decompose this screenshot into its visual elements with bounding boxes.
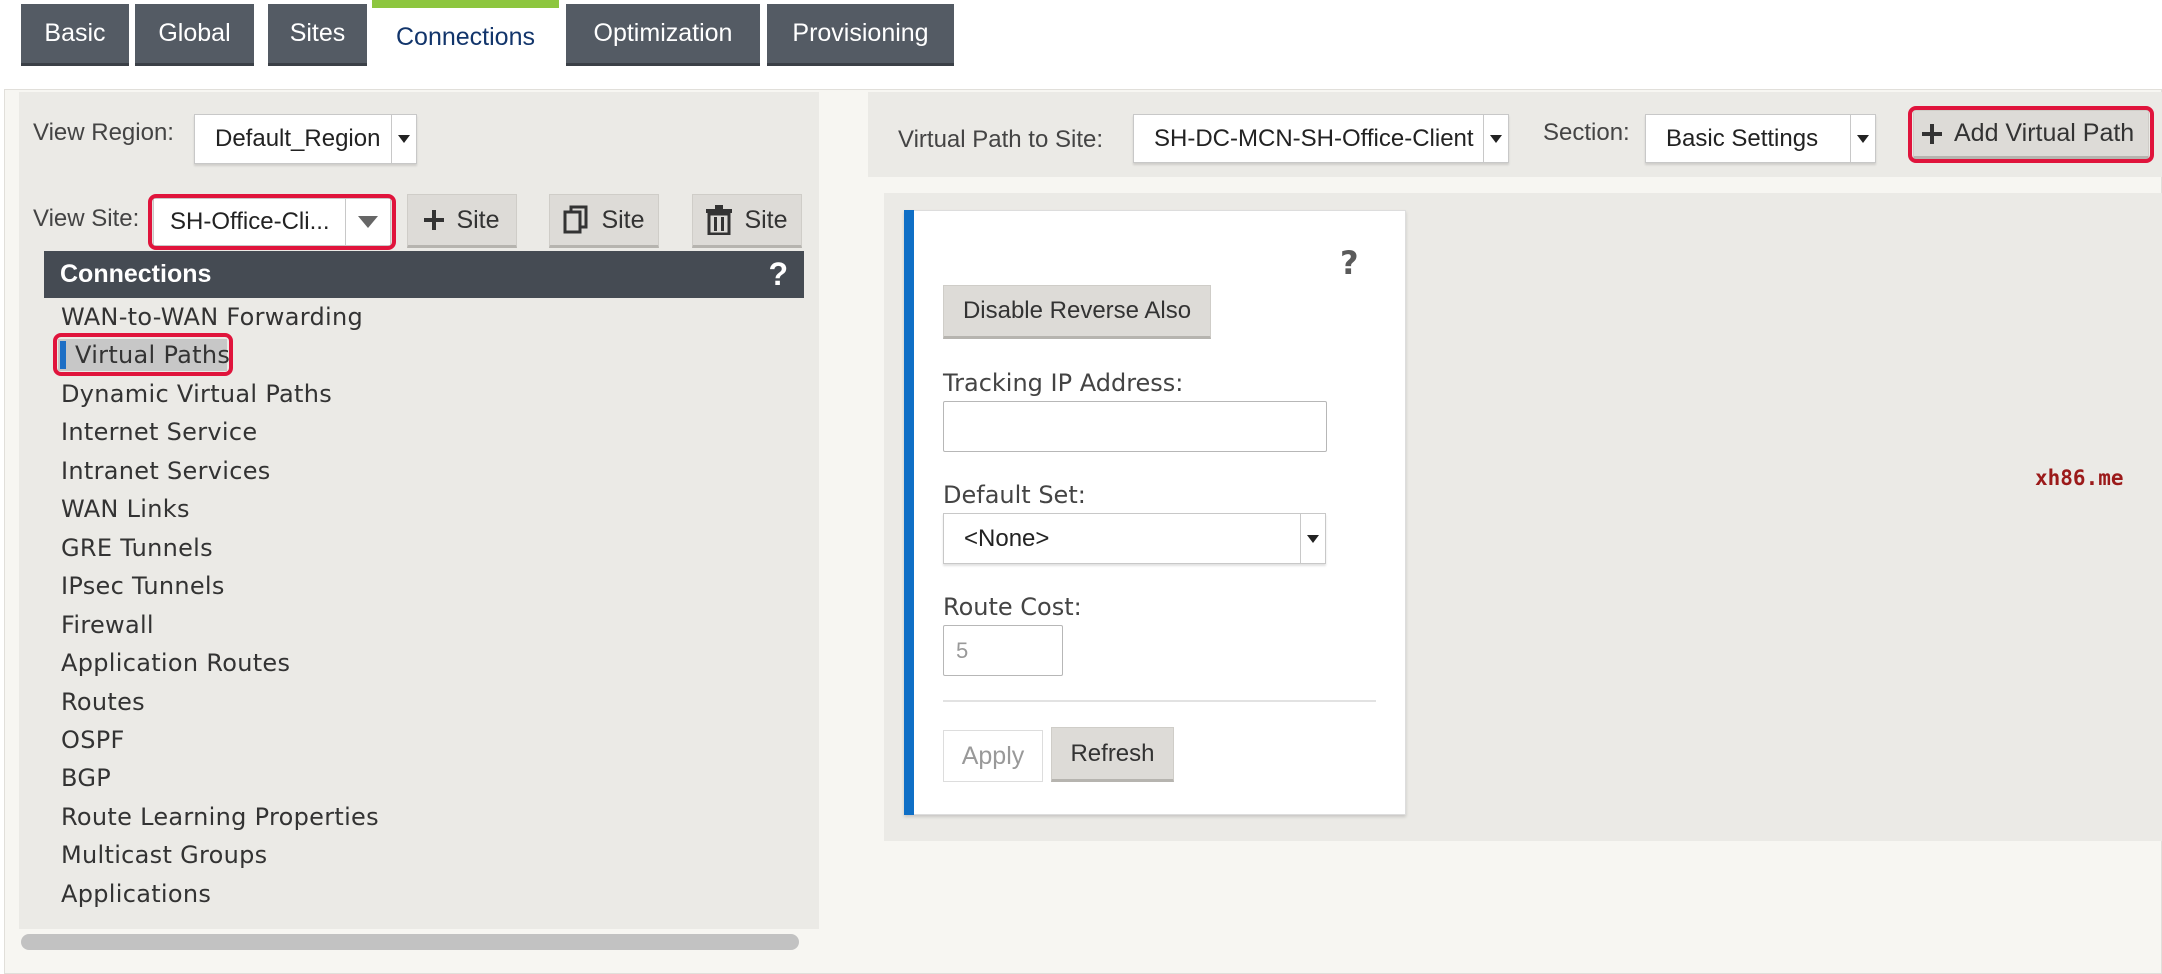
view-site-label: View Site: <box>33 205 140 232</box>
trash-icon <box>706 205 733 235</box>
nav-item-internet-service[interactable]: Internet Service <box>61 418 257 446</box>
view-region-value: Default_Region <box>215 125 381 152</box>
add-site-label: Site <box>456 205 500 234</box>
virtual-path-label: Virtual Path to Site: <box>898 126 1104 153</box>
highlight-add-virtual-path <box>1908 106 2154 163</box>
dropdown-arrow-icon[interactable] <box>1483 115 1508 162</box>
nav-item-gre-tunnels[interactable]: GRE Tunnels <box>61 534 213 562</box>
copy-icon <box>563 205 588 234</box>
nav-item-intranet-services[interactable]: Intranet Services <box>61 457 271 485</box>
delete-site-label: Site <box>744 205 788 234</box>
disable-reverse-also-button[interactable]: Disable Reverse Also <box>943 285 1211 339</box>
view-region-label: View Region: <box>33 119 174 146</box>
nav-item-wan-to-wan-forwarding[interactable]: WAN-to-WAN Forwarding <box>61 303 363 331</box>
copy-site-label: Site <box>601 205 645 234</box>
help-icon[interactable]: ? <box>1340 244 1359 282</box>
dropdown-arrow-icon[interactable] <box>1300 514 1325 563</box>
nav-item-routes[interactable]: Routes <box>61 688 145 716</box>
highlight-virtual-paths <box>53 333 233 376</box>
tab-provisioning[interactable]: Provisioning <box>767 4 954 66</box>
tracking-ip-input[interactable] <box>943 401 1327 452</box>
delete-site-button[interactable]: Site <box>692 194 802 248</box>
nav-item-wan-links[interactable]: WAN Links <box>61 495 190 523</box>
tab-sites[interactable]: Sites <box>268 4 367 66</box>
horizontal-scrollbar[interactable] <box>21 934 799 950</box>
section-select[interactable]: Basic Settings <box>1645 114 1876 163</box>
plus-icon <box>424 210 445 230</box>
nav-item-dynamic-virtual-paths[interactable]: Dynamic Virtual Paths <box>61 380 332 408</box>
disable-reverse-label: Disable Reverse Also <box>962 297 1192 324</box>
virtual-path-select[interactable]: SH-DC-MCN-SH-Office-Client <box>1133 114 1509 163</box>
tab-connections[interactable]: Connections <box>372 0 559 66</box>
dropdown-arrow-icon[interactable] <box>1850 115 1875 162</box>
refresh-label: Refresh <box>1070 739 1155 767</box>
default-set-value: <None> <box>964 524 1050 552</box>
highlight-view-site <box>148 194 396 250</box>
nav-item-route-learning-properties[interactable]: Route Learning Properties <box>61 803 379 831</box>
default-set-label: Default Set: <box>943 481 1086 509</box>
tab-optimization[interactable]: Optimization <box>566 4 760 66</box>
add-site-button[interactable]: Site <box>407 194 517 248</box>
section-label: Section: <box>1543 119 1630 146</box>
nav-item-firewall[interactable]: Firewall <box>61 611 154 639</box>
card-accent-bar <box>904 210 914 815</box>
nav-item-ospf[interactable]: OSPF <box>61 726 125 754</box>
tab-basic[interactable]: Basic <box>21 4 129 66</box>
form-divider <box>943 700 1376 702</box>
nav-item-bgp[interactable]: BGP <box>61 764 111 792</box>
nav-item-application-routes[interactable]: Application Routes <box>61 649 290 677</box>
watermark: xh86.me <box>2035 466 2124 490</box>
virtual-path-value: SH-DC-MCN-SH-Office-Client <box>1154 124 1474 152</box>
connections-header: Connections ? <box>44 251 804 298</box>
apply-button[interactable]: Apply <box>943 730 1043 782</box>
section-value: Basic Settings <box>1666 124 1819 152</box>
nav-item-ipsec-tunnels[interactable]: IPsec Tunnels <box>61 572 225 600</box>
tab-global[interactable]: Global <box>135 4 254 66</box>
route-cost-label: Route Cost: <box>943 593 1082 621</box>
nav-item-multicast-groups[interactable]: Multicast Groups <box>61 841 267 869</box>
nav-item-applications[interactable]: Applications <box>61 880 211 908</box>
help-icon[interactable]: ? <box>768 256 788 293</box>
refresh-button[interactable]: Refresh <box>1051 727 1174 782</box>
copy-site-button[interactable]: Site <box>549 194 659 248</box>
tracking-ip-label: Tracking IP Address: <box>943 369 1184 397</box>
dropdown-arrow-icon[interactable] <box>391 115 416 163</box>
connections-title: Connections <box>60 260 212 288</box>
route-cost-input[interactable]: 5 <box>943 625 1063 676</box>
view-region-select[interactable]: Default_Region <box>194 114 417 164</box>
default-set-select[interactable]: <None> <box>943 513 1326 564</box>
